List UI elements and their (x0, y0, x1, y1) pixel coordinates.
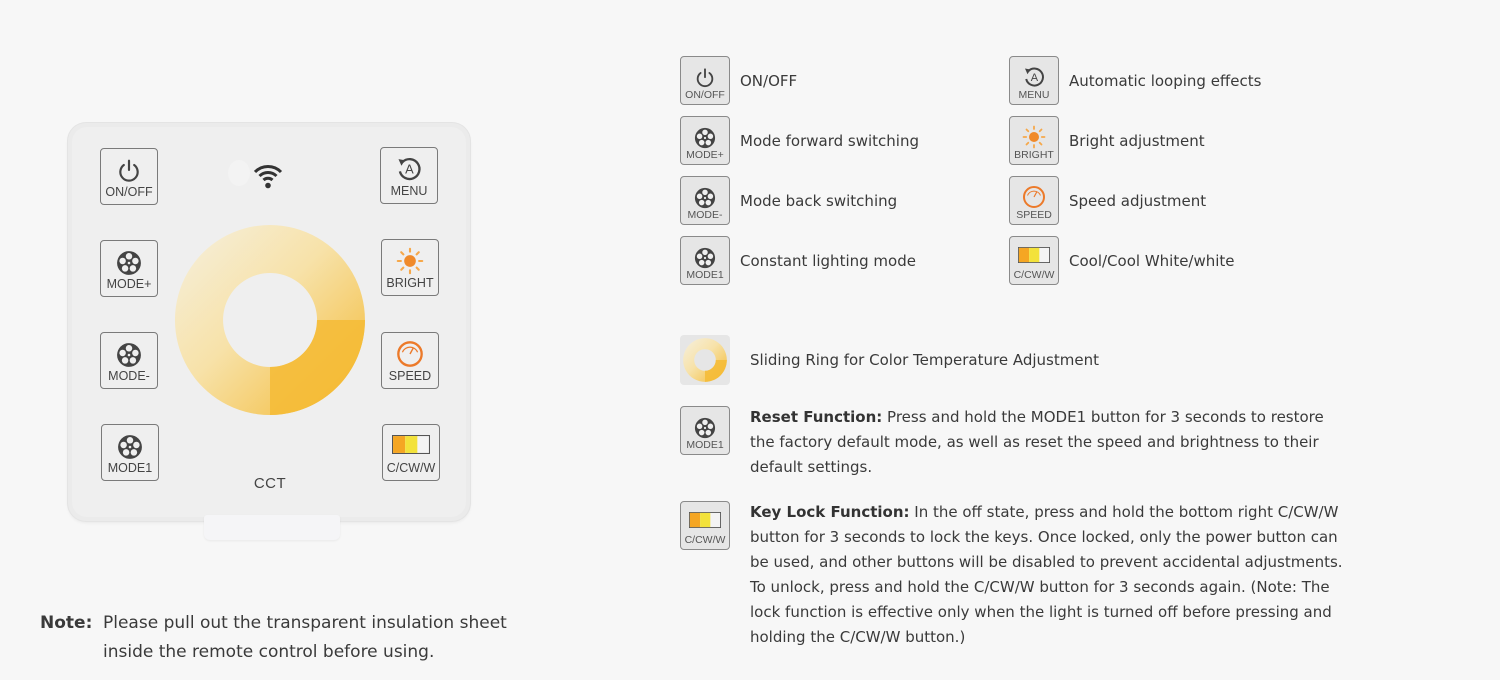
legend-item-onoff: ON/OFF ON/OFF (680, 56, 797, 105)
speedometer-icon (396, 340, 424, 368)
ring-thumbnail (683, 338, 727, 382)
legend-key-label: SPEED (1016, 209, 1052, 221)
remote-mode1-button[interactable]: MODE1 (101, 424, 159, 481)
film-reel-icon (694, 127, 716, 149)
key-label: SPEED (388, 369, 432, 383)
legend-description: ON/OFF (740, 71, 798, 90)
key-label: MODE1 (107, 461, 153, 475)
legend-key-label: ON/OFF (685, 89, 725, 101)
legend-key: BRIGHT (1009, 116, 1059, 165)
legend-item-mode-minus: MODE- Mode back switching (680, 176, 897, 225)
ir-sensor (228, 160, 250, 186)
legend-description: Bright adjustment (1069, 131, 1205, 150)
color-bar-icon (1018, 247, 1050, 263)
key-lock-function-title: Key Lock Function: (750, 503, 910, 521)
note-block: Note: Please pull out the transparent in… (40, 609, 523, 667)
film-reel-icon (116, 250, 142, 276)
key-label: ON/OFF (105, 185, 153, 199)
legend-key: MODE1 (680, 406, 730, 455)
legend-item-speed: SPEED Speed adjustment (1009, 176, 1206, 225)
remote-battery-clip (204, 515, 340, 540)
sun-icon (1022, 125, 1046, 149)
legend-item-ccww: C/CW/W Cool/Cool White/white (1009, 236, 1235, 285)
legend-item-sliding-ring: Sliding Ring for Color Temperature Adjus… (680, 335, 1099, 385)
remote-speed-button[interactable]: SPEED (381, 332, 439, 389)
reset-function-description: Reset Function: Press and hold the MODE1… (750, 405, 1350, 480)
auto-loop-icon (1022, 65, 1046, 89)
speedometer-icon (1022, 185, 1046, 209)
reset-function-block: MODE1 Reset Function: Press and hold the… (680, 405, 1350, 480)
key-label: MODE+ (106, 277, 152, 291)
key-label: MENU (390, 184, 428, 198)
remote-model-label: CCT (253, 475, 287, 492)
legend-description: Mode forward switching (740, 131, 919, 150)
key-lock-function-block: C/CW/W Key Lock Function: In the off sta… (680, 500, 1350, 650)
key-label: MODE- (108, 369, 150, 383)
film-reel-icon (117, 434, 143, 460)
key-label: BRIGHT (386, 276, 434, 290)
legend-key: MODE1 (680, 236, 730, 285)
wireless-signal-icon (253, 165, 283, 189)
remote-mode-plus-button[interactable]: MODE+ (100, 240, 158, 297)
legend-item-bright: BRIGHT Bright adjustment (1009, 116, 1205, 165)
legend-key-label: BRIGHT (1014, 149, 1054, 161)
film-reel-icon (116, 342, 142, 368)
key-lock-function-description: Key Lock Function: In the off state, pre… (750, 500, 1350, 650)
remote-onoff-button[interactable]: ON/OFF (100, 148, 158, 205)
power-icon (694, 67, 716, 89)
legend-key-label: MODE1 (686, 439, 724, 451)
legend-description: Speed adjustment (1069, 191, 1207, 210)
film-reel-icon (694, 247, 716, 269)
sun-icon (396, 247, 424, 275)
color-bar-icon (689, 512, 721, 528)
color-temperature-sliding-ring[interactable] (170, 220, 370, 420)
legend-key: C/CW/W (1009, 236, 1059, 285)
legend-key: C/CW/W (680, 501, 730, 550)
remote-mode-minus-button[interactable]: MODE- (100, 332, 158, 389)
key-lock-function-body: In the off state, press and hold the bot… (750, 503, 1343, 646)
note-label: Note: (40, 613, 93, 633)
legend-description: Constant lighting mode (740, 251, 916, 270)
legend-key-label: MENU (1018, 89, 1050, 101)
remote-menu-button[interactable]: MENU (380, 147, 438, 204)
power-icon (116, 158, 142, 184)
legend-item-mode1: MODE1 Constant lighting mode (680, 236, 916, 285)
legend-description: Mode back switching (740, 191, 898, 210)
film-reel-icon (694, 417, 716, 439)
legend-item-menu: MENU Automatic looping effects (1009, 56, 1261, 105)
remote-ccww-button[interactable]: C/CW/W (382, 424, 440, 481)
color-bar-icon (392, 435, 430, 454)
sliding-ring-icon (680, 335, 730, 385)
legend-description: Cool/Cool White/white (1069, 251, 1235, 270)
legend-key-label: C/CW/W (684, 534, 726, 546)
legend-key-label: MODE- (687, 209, 723, 221)
legend-key-label: C/CW/W (1013, 269, 1055, 281)
legend-description: Automatic looping effects (1069, 71, 1262, 90)
legend-key: MODE+ (680, 116, 730, 165)
reset-function-title: Reset Function: (750, 408, 883, 426)
legend-key: MODE- (680, 176, 730, 225)
film-reel-icon (694, 187, 716, 209)
legend-description: Sliding Ring for Color Temperature Adjus… (750, 351, 1099, 369)
legend-key-label: MODE1 (686, 269, 724, 281)
note-text: Please pull out the transparent insulati… (103, 613, 507, 662)
key-label: C/CW/W (386, 461, 436, 475)
legend-key: ON/OFF (680, 56, 730, 105)
auto-loop-icon (395, 155, 423, 183)
legend-key-label: MODE+ (686, 149, 724, 161)
legend-key: MENU (1009, 56, 1059, 105)
remote-bright-button[interactable]: BRIGHT (381, 239, 439, 296)
legend-key: SPEED (1009, 176, 1059, 225)
legend-item-mode-plus: MODE+ Mode forward switching (680, 116, 919, 165)
